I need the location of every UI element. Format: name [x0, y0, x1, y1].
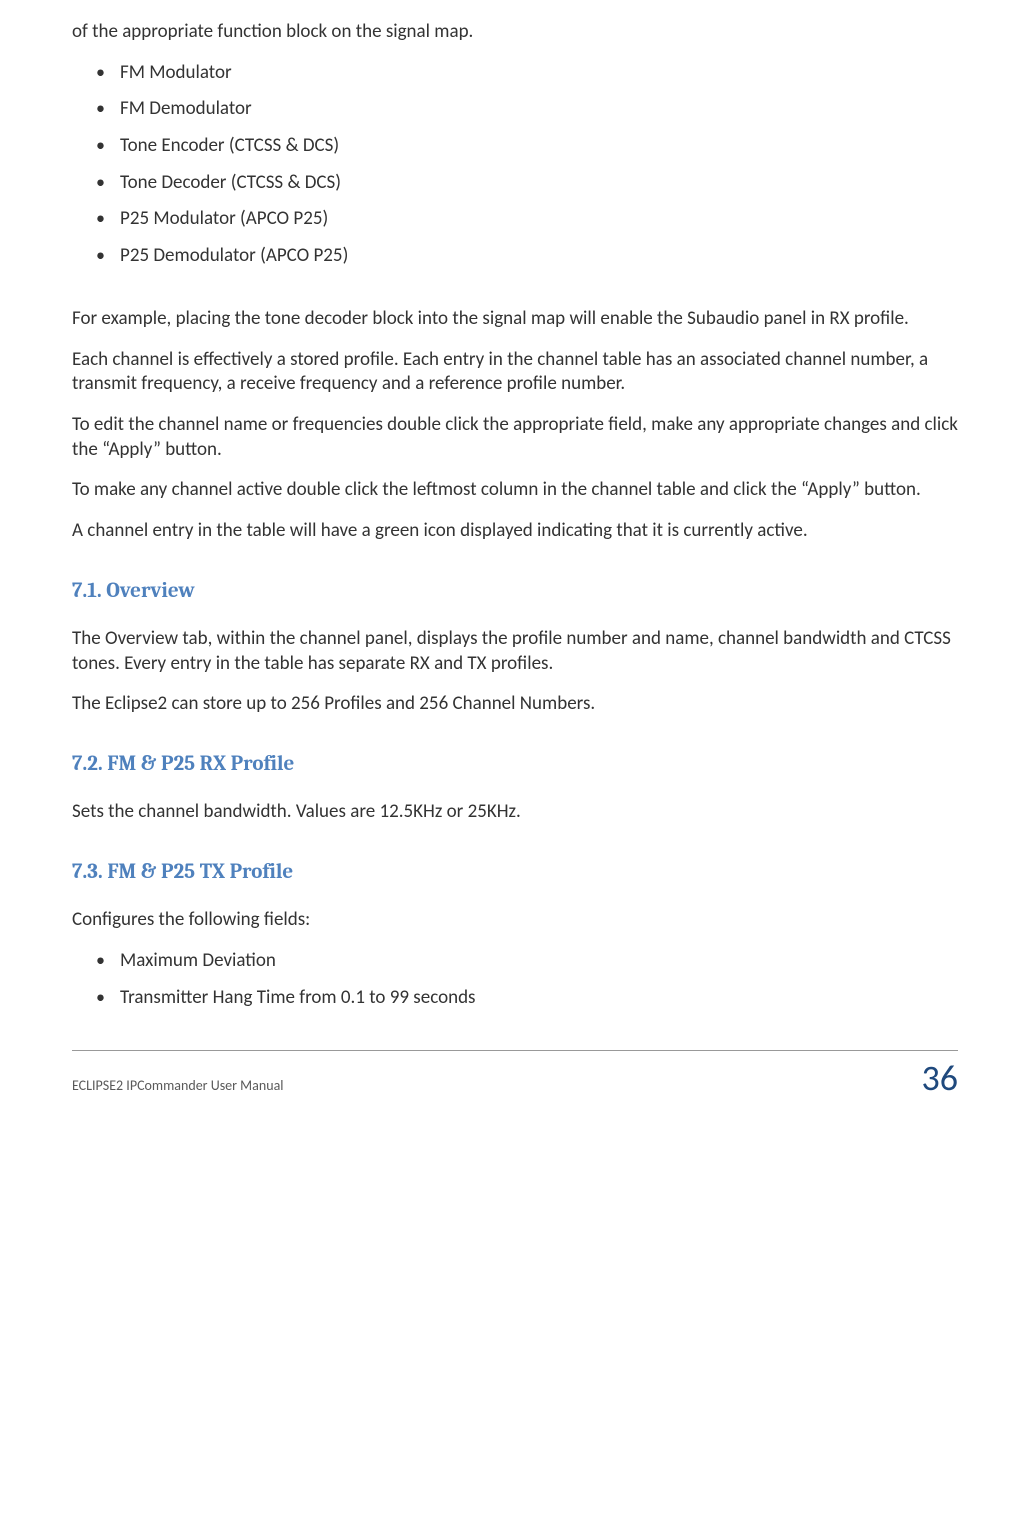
body-paragraph: The Eclipse2 can store up to 256 Profile… — [72, 692, 958, 717]
body-paragraph: For example, placing the tone decoder bl… — [72, 307, 958, 332]
body-paragraph: To make any channel active double click … — [72, 478, 958, 503]
body-paragraph: The Overview tab, within the channel pan… — [72, 627, 958, 676]
page-footer: ECLIPSE2 IPCommander User Manual 36 — [72, 1050, 958, 1102]
body-paragraph: To edit the channel name or frequencies … — [72, 413, 958, 462]
intro-fragment: of the appropriate function block on the… — [72, 20, 958, 45]
list-item: Tone Encoder (CTCSS & DCS) — [72, 134, 958, 159]
section-heading-7-3: 7.3. FM & P25 TX Profile — [72, 859, 958, 886]
list-item: P25 Demodulator (APCO P25) — [72, 244, 958, 269]
list-item: FM Modulator — [72, 61, 958, 86]
body-paragraph: Configures the following fields: — [72, 908, 958, 933]
tx-profile-fields-list: Maximum Deviation Transmitter Hang Time … — [72, 949, 958, 1010]
list-item: FM Demodulator — [72, 97, 958, 122]
list-item: Maximum Deviation — [72, 949, 958, 974]
body-paragraph: A channel entry in the table will have a… — [72, 519, 958, 544]
section-heading-7-1: 7.1. Overview — [72, 578, 958, 605]
list-item: Transmitter Hang Time from 0.1 to 99 sec… — [72, 986, 958, 1011]
body-paragraph: Sets the channel bandwidth. Values are 1… — [72, 800, 958, 825]
body-paragraph: Each channel is effectively a stored pro… — [72, 348, 958, 397]
list-item: P25 Modulator (APCO P25) — [72, 207, 958, 232]
function-block-list: FM Modulator FM Demodulator Tone Encoder… — [72, 61, 958, 269]
footer-title: ECLIPSE2 IPCommander User Manual — [72, 1077, 284, 1095]
page-number: 36 — [922, 1055, 959, 1102]
list-item: Tone Decoder (CTCSS & DCS) — [72, 171, 958, 196]
section-heading-7-2: 7.2. FM & P25 RX Profile — [72, 751, 958, 778]
